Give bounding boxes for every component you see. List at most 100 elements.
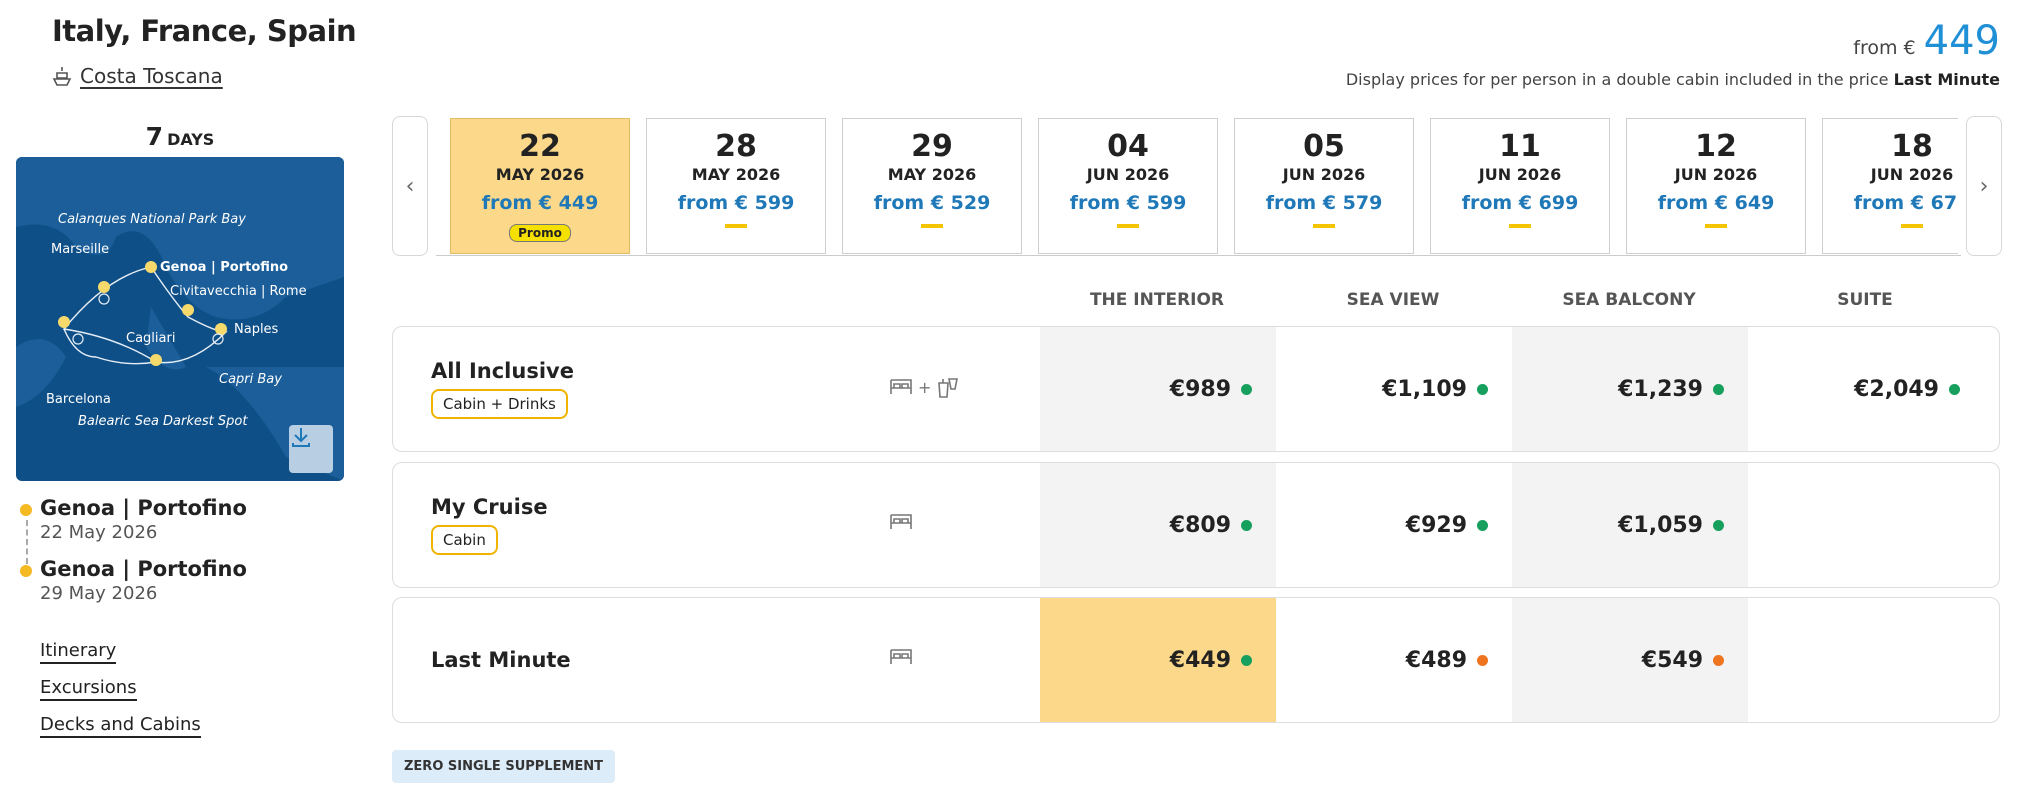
price-value: €2,049	[1854, 376, 1939, 402]
rate-row: All Inclusive Cabin + Drinks + €989 €1,1…	[392, 326, 2000, 452]
date-card[interactable]: 11 JUN 2026 from € 699	[1430, 118, 1610, 254]
price-cell[interactable]: €809	[1040, 463, 1276, 587]
date-card[interactable]: 18JUN 2026 from € 679	[1822, 118, 1958, 254]
date-card[interactable]: 12 JUN 2026 from € 649	[1626, 118, 1806, 254]
download-map-button[interactable]	[289, 425, 333, 473]
date-bar	[1901, 224, 1923, 228]
date-day: 29	[911, 129, 953, 164]
rate-icons: +	[888, 375, 961, 399]
date-card[interactable]: 28 MAY 2026 from € 599	[646, 118, 826, 254]
port-list: Genoa | Portofino 22 May 2026 Genoa | Por…	[20, 496, 350, 618]
date-bar	[1509, 224, 1531, 228]
date-price: from € 599	[677, 192, 795, 214]
date-month: MAY 2026	[887, 165, 977, 184]
date-day: 28	[715, 129, 757, 164]
port-dot	[20, 565, 32, 577]
rate-tag: Cabin	[431, 525, 498, 555]
date-month: MAY 2026	[691, 165, 781, 184]
availability-dot	[1713, 383, 1724, 395]
download-icon	[292, 428, 310, 447]
date-price: from € 529	[873, 192, 991, 214]
price-value: €489	[1405, 647, 1467, 673]
price-cell[interactable]: €1,239	[1512, 327, 1748, 451]
chevron-right-icon: ›	[1979, 173, 1989, 199]
prev-dates-button[interactable]: ‹	[392, 116, 428, 256]
itinerary-map[interactable]: Calanques National Park Bay Marseille Ge…	[16, 157, 344, 481]
price-note-bold: Last Minute	[1893, 70, 2000, 89]
ship-link[interactable]: Costa Toscana	[52, 64, 223, 88]
availability-dot	[1477, 519, 1488, 531]
price-cell-selected[interactable]: €449	[1040, 598, 1276, 722]
zero-single-supplement-badge: ZERO SINGLE SUPPLEMENT	[392, 750, 616, 783]
price-cell[interactable]: €2,049	[1748, 327, 1984, 451]
price-note: Display prices for per person in a doubl…	[1345, 70, 2000, 89]
date-bar	[1705, 224, 1727, 228]
date-month: JUN 2026	[1674, 165, 1758, 184]
price-cell[interactable]: €989	[1040, 327, 1276, 451]
link-decks-cabins[interactable]: Decks and Cabins	[40, 714, 201, 738]
date-price: from € 649	[1657, 192, 1775, 214]
date-month: JUN 2026	[1282, 165, 1366, 184]
bed-icon	[890, 649, 912, 664]
date-bar	[725, 224, 747, 228]
map-label: Barcelona	[46, 392, 111, 407]
date-card[interactable]: 04 JUN 2026 from € 599	[1038, 118, 1218, 254]
bed-icon	[890, 379, 912, 394]
carousel-divider	[436, 255, 1961, 256]
from-price: from € 449	[1853, 18, 2000, 64]
promo-badge: Promo	[509, 224, 571, 242]
date-month: JUN 2026	[1478, 165, 1562, 184]
date-month: JUN 2026	[1870, 165, 1954, 184]
map-label: Genoa | Portofino	[160, 260, 288, 275]
date-price: from € 579	[1265, 192, 1383, 214]
price-cell[interactable]: €1,109	[1276, 327, 1512, 451]
link-itinerary[interactable]: Itinerary	[40, 640, 117, 664]
date-card[interactable]: 05 JUN 2026 from € 579	[1234, 118, 1414, 254]
column-header-interior: THE INTERIOR	[1089, 290, 1225, 310]
from-price-value: 449	[1923, 18, 2000, 64]
from-price-label: from €	[1853, 37, 1916, 59]
link-excursions[interactable]: Excursions	[40, 677, 137, 701]
price-value: €1,239	[1618, 376, 1703, 402]
date-price: from € 449	[481, 192, 599, 214]
date-bar	[1117, 224, 1139, 228]
section-links: Itinerary Excursions Decks and Cabins	[40, 640, 201, 751]
column-header-suite: SUITE	[1837, 290, 1893, 310]
price-value: €549	[1641, 647, 1703, 673]
ship-name[interactable]: Costa Toscana	[80, 64, 223, 88]
plus-sign: +	[918, 377, 932, 397]
port-date: 29 May 2026	[40, 583, 158, 604]
price-cell[interactable]: €489	[1276, 598, 1512, 722]
bed-icon	[890, 514, 912, 529]
map-label: Calanques National Park Bay	[58, 212, 246, 227]
port-dot	[20, 504, 32, 516]
date-carousel: 22 MAY 2026 from € 449 Promo 28 MAY 2026 from…	[450, 118, 1958, 256]
date-month: MAY 2026	[495, 165, 585, 184]
port-item: Genoa | Portofino 22 May 2026	[20, 496, 350, 543]
availability-dot	[1713, 654, 1724, 666]
port-name: Genoa | Portofino	[40, 557, 247, 581]
date-day: 12	[1695, 129, 1737, 164]
next-dates-button[interactable]: ›	[1966, 116, 2002, 256]
price-cell[interactable]: €929	[1276, 463, 1512, 587]
price-value: €809	[1169, 512, 1231, 538]
price-value: €929	[1405, 512, 1467, 538]
price-cell[interactable]: €1,059	[1512, 463, 1748, 587]
price-cell[interactable]: €549	[1512, 598, 1748, 722]
date-day: 22	[519, 129, 561, 164]
date-price: from € 599	[1069, 192, 1187, 214]
map-label: Marseille	[51, 242, 109, 257]
date-day: 04	[1107, 129, 1149, 164]
map-label: Naples	[234, 322, 279, 337]
date-card[interactable]: 29 MAY 2026 from € 529	[842, 118, 1022, 254]
map-label: Cagliari	[126, 331, 175, 346]
availability-dot	[1241, 383, 1252, 395]
date-card[interactable]: 22 MAY 2026 from € 449 Promo	[450, 118, 630, 254]
column-header-sea-view: SEA VIEW	[1346, 290, 1440, 310]
page-title: Italy, France, Spain	[52, 14, 357, 48]
port-date: 22 May 2026	[40, 522, 158, 543]
duration: 7 DAYS	[16, 122, 344, 151]
port-name: Genoa | Portofino	[40, 496, 247, 520]
price-value: €1,059	[1618, 512, 1703, 538]
ship-icon	[52, 67, 72, 86]
